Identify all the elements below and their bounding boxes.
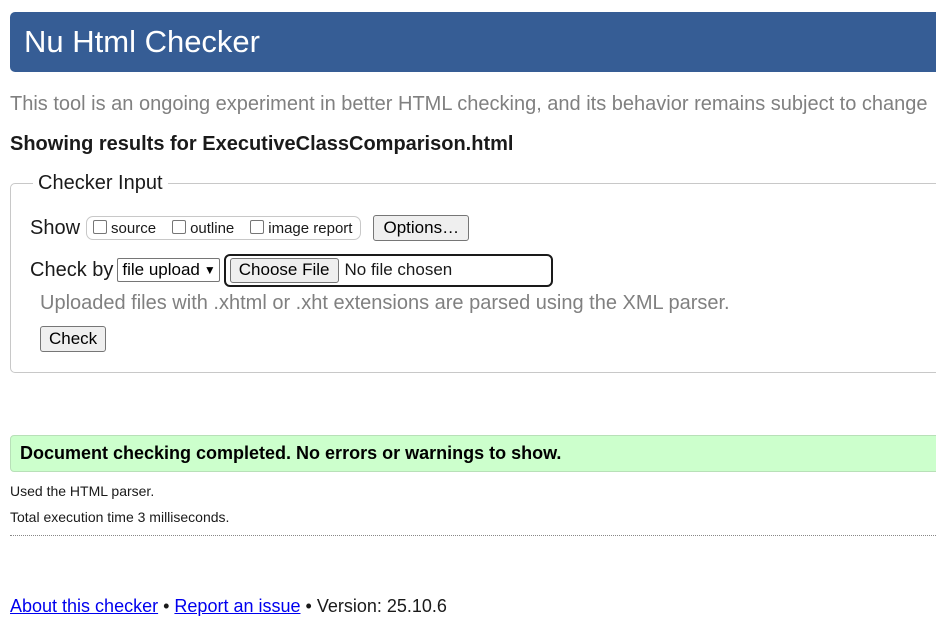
show-image-report-option[interactable]: image report (250, 219, 353, 237)
check-button[interactable]: Check (40, 326, 107, 352)
parser-used-text: Used the HTML parser. (10, 483, 155, 499)
footer-separator-1: • (163, 596, 170, 616)
xml-parser-note: Uploaded files with .xhtml or .xht exten… (40, 292, 730, 314)
chevron-down-icon: ▼ (203, 263, 216, 277)
show-source-option[interactable]: source (93, 219, 157, 237)
check-by-row: Check by file upload ▼ Choose File No fi… (30, 253, 553, 287)
footer: About this checker • Report an issue • V… (10, 596, 447, 617)
check-by-select[interactable]: file upload ▼ (117, 258, 220, 282)
image-report-label: image report (268, 219, 353, 237)
about-checker-link[interactable]: About this checker (10, 596, 158, 616)
source-checkbox[interactable] (93, 219, 108, 234)
report-issue-link[interactable]: Report an issue (174, 596, 300, 616)
checker-input-legend: Checker Input (38, 172, 163, 194)
outline-checkbox[interactable] (172, 219, 187, 234)
show-outline-option[interactable]: outline (172, 219, 235, 237)
options-button[interactable]: Options… (373, 215, 470, 241)
file-input[interactable]: Choose File No file chosen (223, 253, 553, 287)
outline-label: outline (190, 219, 235, 237)
check-by-selected-value: file upload (122, 260, 200, 279)
tagline: This tool is an ongoing experiment in be… (10, 93, 928, 115)
show-label: Show (30, 216, 81, 239)
execution-time-text: Total execution time 3 milliseconds. (10, 509, 230, 525)
footer-separator-2: • (305, 596, 312, 616)
success-message: Document checking completed. No errors o… (10, 435, 936, 472)
results-divider (10, 535, 936, 536)
check-by-label: Check by (30, 258, 114, 281)
show-options-group: source outline image report (86, 216, 362, 240)
header-bar: Nu Html Checker (10, 12, 936, 72)
page-title: Nu Html Checker (24, 24, 260, 59)
source-label: source (111, 219, 157, 237)
version-text: Version: 25.10.6 (316, 596, 447, 616)
show-row: Show source outline image report Options… (30, 215, 470, 241)
choose-file-button[interactable]: Choose File (229, 257, 339, 283)
image-report-checkbox[interactable] (250, 219, 265, 234)
file-status: No file chosen (344, 260, 453, 279)
nu-html-checker-page: Nu Html Checker This tool is an ongoing … (0, 0, 936, 631)
results-heading: Showing results for ExecutiveClassCompar… (10, 133, 514, 155)
